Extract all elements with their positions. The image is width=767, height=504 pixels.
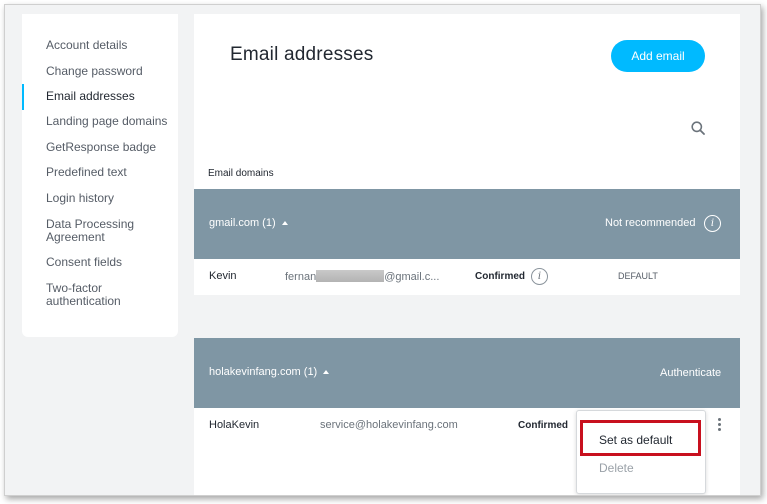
caret-up-icon <box>323 370 330 375</box>
sidebar-item-landing-page-domains[interactable]: Landing page domains <box>22 115 178 128</box>
info-icon[interactable]: i <box>531 268 548 285</box>
sender-email: fernan @gmail.c... <box>285 270 440 283</box>
sidebar-item-change-password[interactable]: Change password <box>22 65 178 78</box>
page-title: Email addresses <box>230 44 374 65</box>
redacted-block <box>316 270 385 282</box>
settings-sidebar: Account details Change password Email ad… <box>22 14 178 337</box>
table-row: Kevin fernan @gmail.c... Confirmed i DEFA… <box>194 259 740 295</box>
domain-header-gmail: gmail.com (1) Not recommended i <box>194 189 740 259</box>
email-domains-label: Email domains <box>208 168 274 179</box>
sidebar-item-two-factor-authentication[interactable]: Two-factor authentication <box>22 282 142 308</box>
sender-email: service@holakevinfang.com <box>320 419 458 431</box>
sender-name: Kevin <box>209 270 237 282</box>
sidebar-item-data-processing-agreement[interactable]: Data Processing Agreement <box>22 218 162 244</box>
sender-name: HolaKevin <box>209 419 260 431</box>
domain-toggle-gmail[interactable]: gmail.com (1) <box>209 217 288 229</box>
status-confirmed: Confirmed <box>518 420 568 431</box>
sidebar-item-account-details[interactable]: Account details <box>22 39 178 52</box>
search-icon[interactable] <box>691 121 705 135</box>
default-badge: DEFAULT <box>618 271 658 281</box>
add-email-button[interactable]: Add email <box>611 40 705 72</box>
sidebar-item-consent-fields[interactable]: Consent fields <box>22 256 178 269</box>
sidebar-item-email-addresses[interactable]: Email addresses <box>22 84 178 110</box>
domain-name: holakevinfang.com (1) <box>209 366 318 378</box>
section-gap <box>194 295 740 338</box>
delete-option[interactable]: Delete <box>599 461 634 475</box>
kebab-menu-icon[interactable] <box>714 418 724 436</box>
caret-up-icon <box>281 221 288 226</box>
domain-status: Not recommended <box>605 217 696 229</box>
sidebar-item-predefined-text[interactable]: Predefined text <box>22 166 178 179</box>
sidebar-item-getresponse-badge[interactable]: GetResponse badge <box>22 141 178 154</box>
domain-header-holakevinfang: holakevinfang.com (1) Authenticate <box>194 338 740 408</box>
domain-name: gmail.com (1) <box>209 217 276 229</box>
status-confirmed: Confirmed <box>475 271 525 282</box>
authenticate-link[interactable]: Authenticate <box>660 367 721 379</box>
highlight-box <box>580 420 701 456</box>
sidebar-item-login-history[interactable]: Login history <box>22 192 178 205</box>
app-window: Account details Change password Email ad… <box>4 4 761 496</box>
domain-toggle-holakevinfang[interactable]: holakevinfang.com (1) <box>209 366 330 378</box>
info-icon[interactable]: i <box>704 215 721 232</box>
